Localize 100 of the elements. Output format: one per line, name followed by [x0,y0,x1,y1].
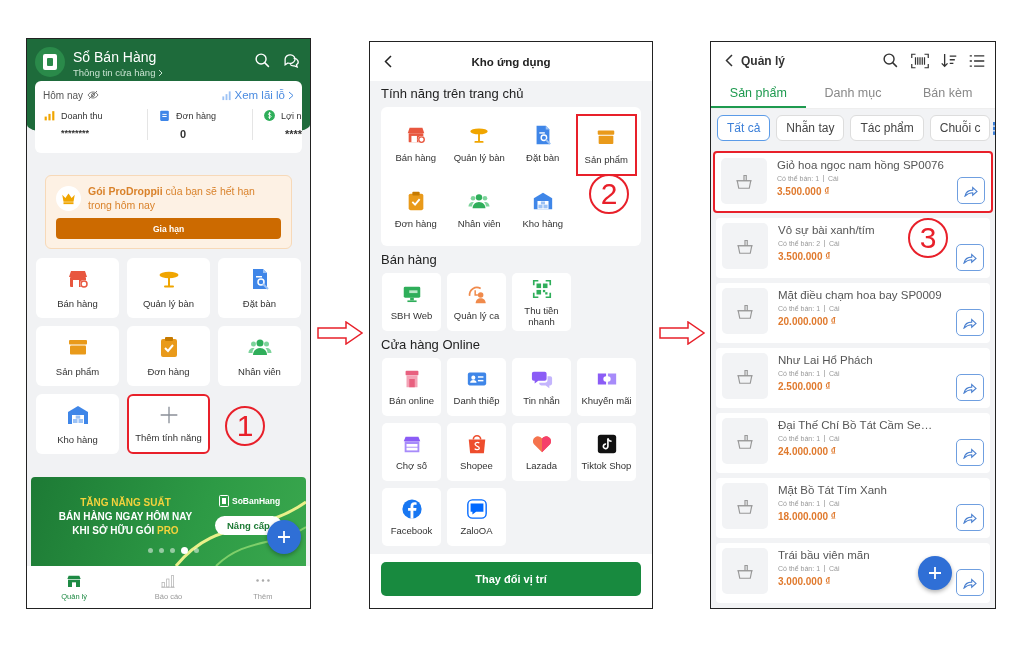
section-title: Cửa hàng Online [380,336,482,354]
product-name: Như Lai Hổ Phách [778,354,874,366]
feature-tile[interactable]: Đặt bàn [218,258,301,318]
share-button[interactable] [956,374,984,401]
plus-icon [928,566,942,580]
app-tile[interactable]: Tin nhắn [512,358,571,416]
feature-tile[interactable]: Sản phẩm [36,326,119,386]
app-tile[interactable]: Quản lý bàn [447,112,511,174]
app-tile[interactable]: Quản lý ca [447,273,506,331]
carousel-dot[interactable] [194,548,199,553]
share-button[interactable] [956,244,984,271]
notebook-logo-icon [219,495,229,507]
app-tile[interactable]: Facebook [382,488,441,546]
store-info-link[interactable]: Thông tin cửa hàng [73,67,156,78]
basket-icon [722,418,768,464]
share-button[interactable] [956,439,984,466]
app-tile[interactable]: Kho hàng [511,178,575,240]
app-tile[interactable]: Đặt bàn [511,112,575,174]
eye-off-icon[interactable] [87,90,99,100]
feature-tile[interactable]: Quản lý bàn [127,258,210,318]
basket-icon [722,223,768,269]
app-tile[interactable]: Danh thiếp [447,358,506,416]
share-icon [963,251,977,264]
banner-text: KHI SỞ HỮU GÓI PRO [71,524,180,538]
sort-icon[interactable] [941,53,957,68]
music-note-icon [595,433,618,455]
share-button[interactable] [956,504,984,531]
product-name: Mặt điều chạm hoa bay SP0009 [778,289,943,301]
section-title: Tính năng trên trang chủ [380,85,525,103]
share-button[interactable] [957,177,985,204]
stat-value: ******** [60,128,91,138]
step-marker: 2 [589,174,629,214]
list-icon[interactable] [969,53,985,68]
basket-icon [722,548,768,594]
basket-icon [722,288,768,334]
share-icon [963,316,977,329]
app-tile[interactable]: Sản phẩm [575,114,637,176]
filter-chip[interactable]: Nhẫn tay [776,115,845,141]
feature-tile[interactable]: Đơn hàng [127,326,210,386]
app-tile[interactable]: Chợ số [382,423,441,481]
share-icon [963,381,977,394]
tab[interactable]: Sản phẩm [711,79,806,108]
product-price: 18.000.000 ₫ [778,511,837,522]
app-tile[interactable]: ZaloOA [447,488,506,546]
app-tile[interactable]: Nhân viên [447,178,511,240]
carousel-dot[interactable] [181,547,188,554]
tab[interactable]: Danh mục [805,79,901,108]
app-tile[interactable]: SBH Web [382,273,441,331]
feature-tile[interactable]: Bán hàng [36,258,119,318]
carousel-dot[interactable] [170,548,175,553]
app-tile[interactable]: Đơn hàng [384,178,448,240]
chevron-right-icon [158,68,164,77]
stat-label: Đơn hàng [176,110,216,121]
warehouse-icon [65,403,90,427]
app-tile[interactable]: Bán online [382,358,441,416]
share-button[interactable] [956,309,984,336]
app-tile[interactable]: Khuyến mãi [577,358,636,416]
product-name: Mặt Bồ Tát Tím Xanh [778,484,888,496]
app-tile[interactable]: Lazada [512,423,571,481]
store-icon [66,573,83,589]
profit-report-link[interactable]: Xem lãi lỗ [234,89,285,101]
app-tile[interactable]: Thu tiền nhanh [512,273,571,331]
bar-chart-icon [220,89,232,101]
step-marker: 3 [908,218,948,258]
feature-tile[interactable]: Kho hàng [36,394,119,454]
chat-icon[interactable] [283,52,300,69]
carousel-dot[interactable] [159,548,164,553]
back-icon[interactable] [725,54,733,67]
search-icon[interactable] [882,52,899,69]
screen-title: Quản lý [741,53,785,68]
share-icon [964,184,978,197]
filter-chip[interactable]: Tất cả [717,115,771,141]
tab[interactable]: Bán kèm [900,79,995,108]
app-tile[interactable]: Bán hàng [384,112,448,174]
feature-tile[interactable]: Thêm tính năng [127,394,210,454]
renew-button[interactable]: Gia hạn [56,218,281,239]
promo-banner[interactable]: TĂNG NĂNG SUẤT BÁN HÀNG NGAY HÔM NAY KHI SỞ HỮU GÓI PRO SoBanHang Nâng cấp [31,477,306,566]
app-tile[interactable]: Shopee [447,423,506,481]
screen-title: Kho ứng dụng [471,55,551,68]
product-price: 3.500.000 ₫ [777,186,831,197]
stat-value: **** [284,128,302,140]
stat-label: Lợi n [281,110,302,121]
product-name: Trái bầu viên mãn [778,549,871,561]
search-icon[interactable] [254,52,271,69]
barcode-icon[interactable] [911,52,929,69]
product-price: 3.000.000 ₫ [778,576,832,587]
filter-chip[interactable]: Chuỗi c [929,115,991,141]
back-icon[interactable] [384,55,392,68]
coin-icon [263,109,276,122]
heart-icon [530,433,553,455]
feature-tile[interactable]: Nhân viên [218,326,301,386]
carousel-dot[interactable] [148,548,153,553]
app-tile[interactable]: Tiktok Shop [577,423,636,481]
arrow-icon [658,321,705,345]
product-name: Giỏ hoa ngọc nam hồng SP0076 [777,159,945,171]
share-button[interactable] [956,569,984,596]
bar-chart-icon [43,109,56,122]
reorder-button[interactable]: Thay đổi vị trí [381,562,641,596]
product-price: 24.000.000 ₫ [778,446,837,457]
filter-chip[interactable]: Tác phẩm [850,115,924,141]
